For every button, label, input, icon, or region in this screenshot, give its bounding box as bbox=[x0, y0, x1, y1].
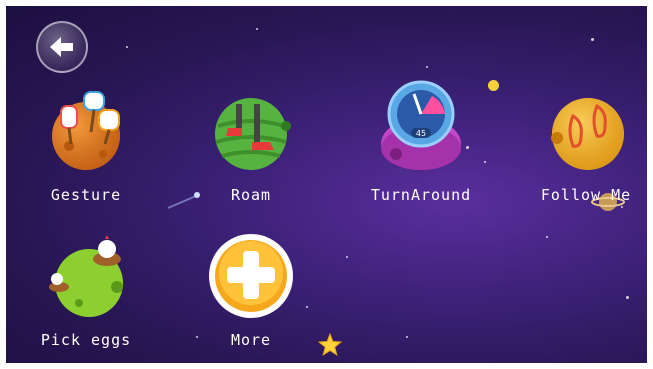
background-star bbox=[306, 306, 308, 308]
app-gesture[interactable]: Gesture bbox=[31, 86, 141, 216]
app-label: Follow Me bbox=[540, 186, 632, 204]
background-star bbox=[256, 28, 258, 30]
app-launcher-screen: Gesture Roam 45 TurnAround Follow Me Pic… bbox=[6, 6, 647, 363]
app-label: Gesture bbox=[50, 186, 122, 204]
background-star bbox=[406, 336, 408, 338]
background-star bbox=[591, 38, 594, 41]
footprints-icon bbox=[551, 98, 624, 170]
background-star bbox=[426, 66, 428, 68]
plus-icon bbox=[209, 234, 293, 318]
background-star bbox=[546, 236, 548, 238]
hand-gesture-icon bbox=[52, 91, 120, 170]
background-star bbox=[346, 256, 348, 258]
back-arrow-icon bbox=[50, 37, 73, 57]
app-follow-me[interactable]: Follow Me bbox=[531, 86, 641, 216]
background-star bbox=[484, 161, 486, 163]
app-pick-eggs[interactable]: Pick eggs bbox=[31, 231, 141, 356]
gauge-value: 45 bbox=[416, 129, 426, 138]
app-label: More bbox=[230, 331, 272, 349]
chicken-nest-icon bbox=[49, 235, 123, 317]
app-label: Roam bbox=[230, 186, 272, 204]
app-more[interactable]: More bbox=[196, 231, 306, 356]
compass-gauge-icon: 45 bbox=[381, 80, 461, 170]
app-roam[interactable]: Roam bbox=[196, 86, 306, 216]
app-label: TurnAround bbox=[370, 186, 472, 204]
background-star bbox=[626, 296, 629, 299]
app-turnaround[interactable]: 45 TurnAround bbox=[366, 76, 476, 216]
walking-legs-icon bbox=[215, 98, 291, 170]
back-button[interactable] bbox=[36, 21, 88, 73]
background-star bbox=[126, 46, 128, 48]
small-moon-icon bbox=[488, 80, 499, 91]
app-label: Pick eggs bbox=[40, 331, 132, 349]
